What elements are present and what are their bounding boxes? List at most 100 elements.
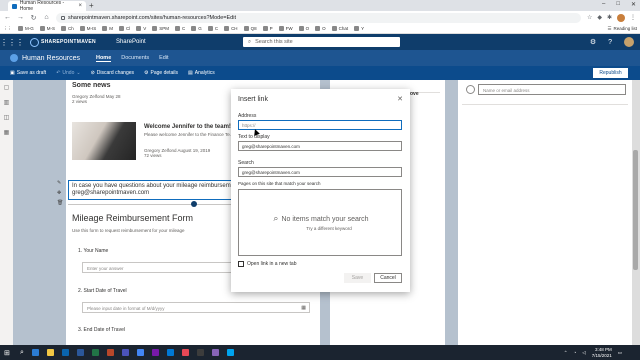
toolbox-icon[interactable]: ▢ [4, 84, 10, 91]
undo-button[interactable]: ↶ Undo ⌄ [56, 70, 80, 76]
app-icon[interactable] [181, 349, 189, 356]
save-button[interactable]: Save [344, 273, 371, 283]
windows-start-icon[interactable]: ⊞ [4, 349, 12, 357]
bookmark-item[interactable]: CH [224, 26, 238, 31]
sections-icon[interactable]: ▥ [4, 99, 10, 106]
delete-icon[interactable]: ▦ [4, 129, 10, 136]
bookmark-item[interactable]: G [191, 26, 202, 31]
discard-button[interactable]: ⊘ Discard changes [91, 70, 134, 76]
bookmark-item[interactable]: Y [354, 26, 364, 31]
new-tab-checkbox[interactable] [238, 261, 244, 267]
cancel-button[interactable]: Cancel [374, 273, 402, 283]
onenote-icon[interactable] [151, 349, 159, 356]
add-section-handle[interactable] [191, 201, 197, 207]
forward-icon[interactable]: → [17, 14, 24, 21]
settings-gear-icon[interactable]: ⚙ [590, 38, 596, 46]
taskbar-search-icon[interactable]: ⌕ [20, 349, 24, 357]
home-icon[interactable]: ⌂ [43, 14, 50, 21]
nav-edit[interactable]: Edit [159, 55, 168, 62]
people-picker-input[interactable]: Name or email address [478, 84, 626, 95]
profile-avatar[interactable] [617, 13, 625, 22]
new-tab-button[interactable]: + [89, 1, 94, 10]
excel-icon[interactable] [91, 349, 99, 356]
powerpoint-icon[interactable] [106, 349, 114, 356]
user-avatar[interactable] [624, 37, 634, 47]
puzzle-icon[interactable]: ✱ [607, 14, 612, 21]
bookmark-item[interactable]: M-S [39, 26, 55, 31]
bookmark-item[interactable]: V [136, 26, 146, 31]
close-tab-icon[interactable]: × [78, 3, 82, 9]
extension-icon[interactable]: ◆ [597, 14, 602, 21]
page-scrollbar[interactable] [632, 80, 640, 345]
republish-button[interactable]: Republish [593, 68, 628, 78]
nav-home[interactable]: Home [95, 55, 112, 62]
scrollbar-thumb[interactable] [633, 150, 638, 270]
news-headline[interactable]: Welcome Jennifer to the team! [144, 124, 231, 130]
onedrive-icon[interactable] [166, 349, 174, 356]
clock[interactable]: 3:48 PM 7/15/2021 [592, 347, 612, 358]
reload-icon[interactable]: ↻ [30, 14, 37, 22]
bookmark-item[interactable]: O [315, 26, 326, 31]
address-input[interactable]: https:// [238, 120, 402, 130]
close-icon[interactable]: ✕ [397, 95, 403, 103]
outlook-icon[interactable] [61, 349, 69, 356]
bookmark-item[interactable]: M-IS [79, 26, 96, 31]
analytics-button[interactable]: ▤ Analytics [188, 70, 215, 76]
network-icon[interactable]: ◔ [574, 350, 577, 355]
volume-icon[interactable]: ◁ [582, 350, 585, 356]
bookmark-item[interactable]: SPM [152, 26, 169, 31]
menu-dots-icon[interactable]: ⋮ [630, 14, 636, 21]
chevron-up-icon[interactable]: ⌃ [564, 350, 568, 356]
org-logo[interactable]: SHAREPOINTMAVEN [30, 37, 96, 47]
teams-icon[interactable] [121, 349, 129, 356]
app-name[interactable]: SharePoint [116, 39, 146, 45]
close-window-icon[interactable]: ✕ [631, 1, 636, 8]
nav-documents[interactable]: Documents [121, 55, 149, 62]
address-bar[interactable]: sharepointmaven.sharepoint.com/sites/hum… [56, 12, 581, 23]
windows-taskbar: ⊞ ⌕ ⌃ ◔ ◁ 3:48 PM 7/15/2021 ▭ [0, 345, 640, 360]
store-icon[interactable] [226, 349, 234, 356]
star-icon[interactable]: ☆ [587, 14, 592, 21]
bookmark-item[interactable]: O [298, 26, 309, 31]
chrome-icon[interactable] [136, 349, 144, 356]
bookmark-item[interactable]: M-G [18, 26, 34, 31]
file-explorer-icon[interactable] [46, 349, 54, 356]
bookmark-item[interactable]: Chat [331, 26, 348, 31]
display-text-input[interactable]: greg@sharepointmaven.com [238, 141, 402, 151]
maximize-icon[interactable]: □ [616, 1, 620, 8]
bookmark-item[interactable]: C [207, 26, 218, 31]
app-launcher-icon[interactable]: ⋮⋮⋮ [0, 38, 24, 47]
calendar-icon[interactable]: ▦ [301, 305, 306, 311]
help-icon[interactable]: ? [608, 39, 612, 46]
bookmark-item[interactable]: C [175, 26, 185, 31]
link-search-input[interactable]: greg@sharepointmaven.com [238, 167, 402, 177]
save-draft-button[interactable]: ▣ Save as draft [10, 70, 46, 76]
minimize-icon[interactable]: – [602, 1, 605, 8]
bookmark-item[interactable]: FW [278, 26, 293, 31]
back-icon[interactable]: ← [4, 14, 11, 21]
word-icon[interactable] [76, 349, 84, 356]
bookmark-item[interactable]: Ch [61, 26, 74, 31]
news-thumbnail[interactable] [72, 122, 136, 160]
site-search[interactable]: ⌕ Search this site [243, 37, 400, 47]
notifications-icon[interactable]: ▭ [618, 350, 622, 356]
page-details-button[interactable]: ⚙ Page details [144, 70, 178, 76]
site-title[interactable]: Human Resources [22, 55, 80, 62]
start-date-field[interactable]: Please input date in format of M/d/yyyy … [82, 302, 310, 313]
browser-tab[interactable]: Human Resources - Home × [8, 0, 86, 12]
edit-webpart-icon[interactable]: ✎ [57, 180, 63, 186]
terminal-icon[interactable] [196, 349, 204, 356]
apps-icon[interactable]: ⋮⋮ [3, 26, 12, 32]
move-webpart-icon[interactable]: ✥ [57, 190, 63, 196]
new-tab-label: Open link in a new tab [247, 261, 297, 267]
edge-icon[interactable] [31, 349, 39, 356]
new-tab-option[interactable]: Open link in a new tab [238, 261, 296, 267]
bookmark-item[interactable]: P [262, 26, 273, 31]
reading-list[interactable]: ☰ Reading list [607, 26, 637, 32]
bookmark-item[interactable]: Cl [119, 26, 130, 31]
design-icon[interactable]: ◫ [4, 114, 10, 121]
snip-icon[interactable] [211, 349, 219, 356]
bookmark-item[interactable]: M [102, 26, 113, 31]
bookmark-item[interactable]: Q8 [243, 26, 257, 31]
delete-webpart-icon[interactable]: 🗑 [57, 200, 63, 206]
